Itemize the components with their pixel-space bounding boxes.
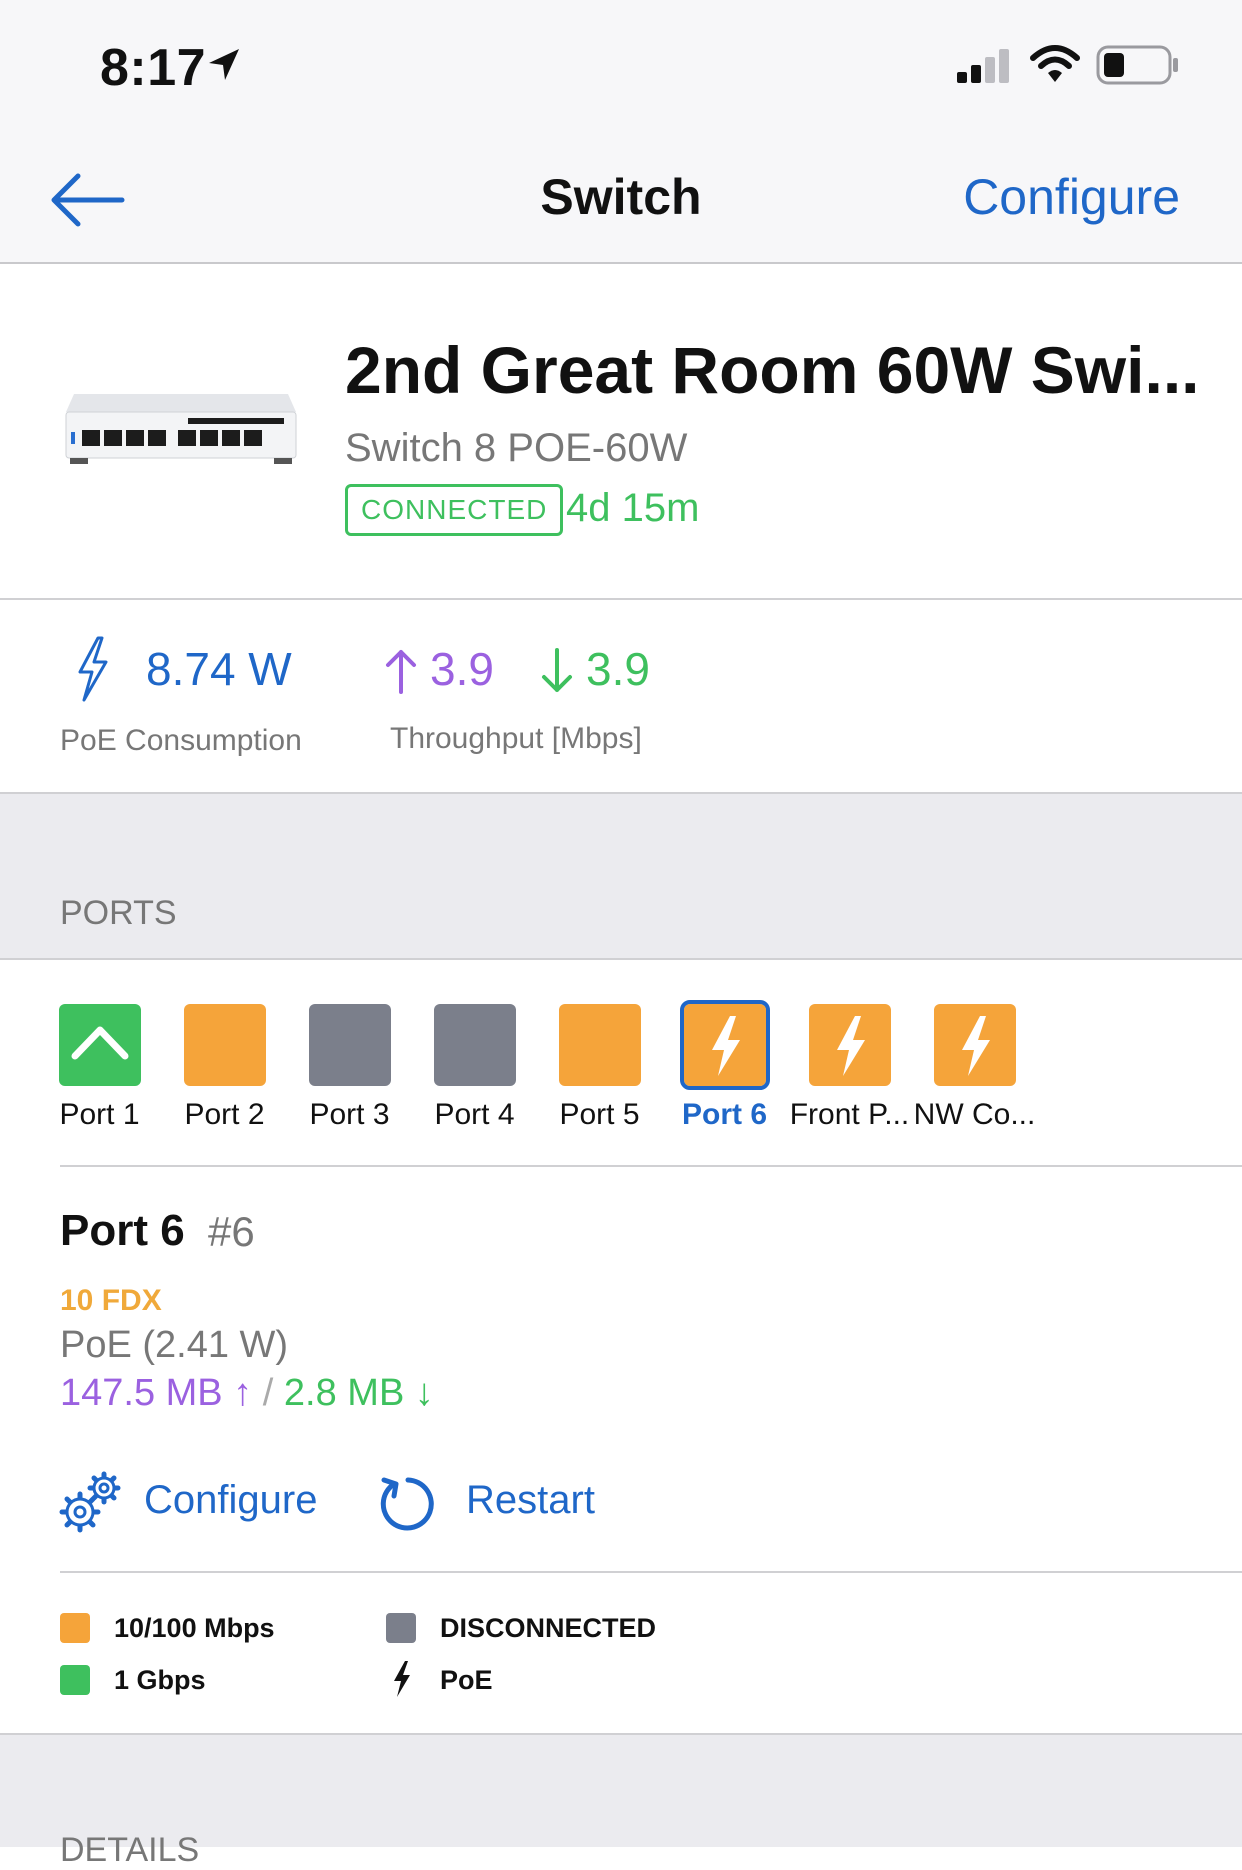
divider xyxy=(60,1165,1242,1167)
port-6-label: Port 6 xyxy=(681,1098,768,1131)
port-8-label: NW Co... xyxy=(913,1098,1036,1131)
legend-swatch-disconnected xyxy=(386,1613,416,1643)
port-poe: PoE (2.41 W) xyxy=(60,1324,289,1366)
legend-label-1gbps: 1 Gbps xyxy=(114,1665,206,1695)
poe-bolt-icon xyxy=(711,1016,740,1076)
navigation-bar: Switch Configure xyxy=(0,130,1242,264)
port-restart-button[interactable]: Restart xyxy=(466,1478,595,1523)
details-section-title: DETAILS xyxy=(60,1831,200,1869)
device-header: 2nd Great Room 60W Swi... Switch 8 POE-6… xyxy=(0,264,1242,600)
throughput-label: Throughput [Mbps] xyxy=(390,722,642,755)
port-1-indicator xyxy=(58,1004,141,1086)
port-3-label: Port 3 xyxy=(309,1098,390,1131)
legend-swatch-100mbps xyxy=(60,1613,90,1643)
gears-icon[interactable] xyxy=(58,1470,124,1536)
port-detail-title: Port 6 xyxy=(60,1206,185,1255)
wifi-icon xyxy=(1030,45,1080,82)
port-7[interactable]: Front P... xyxy=(787,1004,912,1132)
port-8-indicator xyxy=(933,1004,1016,1086)
port-7-label: Front P... xyxy=(789,1098,910,1131)
configure-button[interactable]: Configure xyxy=(963,168,1180,226)
port-3-indicator xyxy=(308,1004,391,1086)
ports-row: Port 1 Port 2 Port 3 Port 4 Port 5 Port … xyxy=(0,960,1242,1165)
cellular-signal-icon xyxy=(957,49,1009,83)
legend-label-poe: PoE xyxy=(440,1665,493,1695)
port-legend: 10/100 Mbps 1 Gbps DISCONNECTED PoE xyxy=(0,1573,1242,1735)
port-6[interactable]: Port 6 xyxy=(662,1000,787,1132)
status-bar: 8:17 xyxy=(0,0,1242,130)
status-badge: CONNECTED xyxy=(345,484,564,536)
port-6-indicator xyxy=(679,1000,770,1090)
download-throughput-value: 3.9 xyxy=(586,643,650,695)
port-rx: 2.8 MB ↓ xyxy=(283,1372,434,1414)
port-1-label: Port 1 xyxy=(59,1098,140,1131)
legend-swatch-1gbps xyxy=(60,1665,90,1695)
port-detail: Port 6 #6 10 FDX PoE (2.41 W) 147.5 MB ↑… xyxy=(0,1168,1242,1572)
download-arrow-icon xyxy=(542,648,572,692)
port-8[interactable]: NW Co... xyxy=(912,1004,1037,1132)
port-4[interactable]: Port 4 xyxy=(412,1004,537,1132)
port-5[interactable]: Port 5 xyxy=(537,1004,662,1132)
port-5-indicator xyxy=(558,1004,641,1086)
port-2-label: Port 2 xyxy=(184,1098,265,1131)
poe-consumption-label: PoE Consumption xyxy=(60,724,302,757)
port-2-indicator xyxy=(183,1004,266,1086)
port-3[interactable]: Port 3 xyxy=(287,1004,412,1132)
port-configure-button[interactable]: Configure xyxy=(144,1478,317,1523)
port-detail-number: #6 xyxy=(208,1208,255,1255)
location-arrow-icon xyxy=(209,49,239,80)
stats-panel: 8.74 W PoE Consumption 3.9 3.9 Throughpu… xyxy=(0,600,1242,794)
port-speed: 10 FDX xyxy=(60,1284,162,1317)
port-4-label: Port 4 xyxy=(434,1098,515,1131)
poe-bolt-icon xyxy=(78,636,108,702)
port-7-indicator xyxy=(808,1004,891,1086)
legend-label-disconnected: DISCONNECTED xyxy=(440,1613,657,1643)
upload-arrow-icon xyxy=(386,650,416,694)
port-2[interactable]: Port 2 xyxy=(162,1004,287,1132)
device-name: 2nd Great Room 60W Swi... xyxy=(345,333,1200,407)
port-1[interactable]: Port 1 xyxy=(37,1004,162,1132)
poe-consumption-value: 8.74 W xyxy=(146,643,292,695)
uplink-icon xyxy=(71,1026,128,1060)
restart-icon[interactable] xyxy=(376,1474,436,1534)
device-model: Switch 8 POE-60W xyxy=(345,426,688,470)
poe-bolt-icon xyxy=(961,1016,990,1076)
uptime-text: 4d 15m xyxy=(566,486,700,530)
port-traffic-separator: / xyxy=(262,1372,274,1414)
details-section-header: DETAILS xyxy=(0,1735,1242,1869)
battery-icon xyxy=(1096,45,1178,85)
port-4-indicator xyxy=(433,1004,516,1086)
upload-throughput-value: 3.9 xyxy=(430,643,494,695)
port-traffic: 147.5 MB ↑ / 2.8 MB ↓ xyxy=(60,1372,434,1415)
poe-bolt-icon xyxy=(394,1661,410,1697)
ports-section-header: PORTS xyxy=(0,794,1242,960)
port-5-label: Port 5 xyxy=(559,1098,640,1131)
poe-bolt-icon xyxy=(836,1016,865,1076)
status-time: 8:17 xyxy=(100,39,207,97)
ports-section-title: PORTS xyxy=(60,894,177,932)
legend-label-100mbps: 10/100 Mbps xyxy=(114,1613,275,1643)
port-tx: 147.5 MB ↑ xyxy=(60,1372,253,1414)
switch-device-image xyxy=(65,394,297,464)
